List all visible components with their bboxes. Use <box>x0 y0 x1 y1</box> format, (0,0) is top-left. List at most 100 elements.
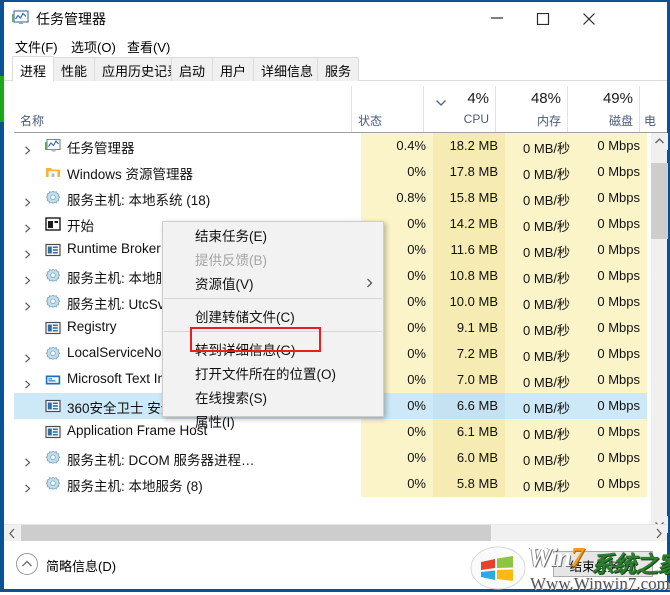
column-header-status[interactable]: 状态 <box>351 86 423 132</box>
gear-icon <box>45 450 61 466</box>
context-menu-item-label: 资源值(V) <box>195 277 254 292</box>
row-name-cell[interactable]: 服务主机: 本地服务 (8) <box>14 471 358 497</box>
context-menu-item-label: 打开文件所在的位置(O) <box>195 367 336 382</box>
process-disk-value: 0 MB/秒 <box>505 367 577 393</box>
column-header-power-label: 电 <box>644 114 657 128</box>
process-disk-value: 0 MB/秒 <box>505 159 577 185</box>
column-header-cpu[interactable]: 4% CPU <box>423 86 495 132</box>
close-button[interactable] <box>567 2 613 33</box>
column-header-status-label: 状态 <box>358 114 383 128</box>
chevron-right-icon[interactable] <box>24 220 32 233</box>
context-menu-item-provide-feedback: 提供反馈(B) <box>163 246 383 270</box>
column-header-disk[interactable]: 49% 磁盘 <box>567 86 639 132</box>
context-menu-item-go-to-details[interactable]: 转到详细信息(G) <box>163 336 383 360</box>
table-row[interactable]: 服务主机: 本地服务 (8) 0% 5.8 MB 0 MB/秒 0 Mbps <box>14 471 667 497</box>
menu-file[interactable]: 文件(F) <box>12 36 61 55</box>
process-disk-value: 0 MB/秒 <box>505 419 577 445</box>
context-menu-item-open-file-location[interactable]: 打开文件所在的位置(O) <box>163 360 383 384</box>
horizontal-scrollbar[interactable] <box>4 524 667 542</box>
menu-options[interactable]: 选项(O) <box>68 36 119 55</box>
process-name: 任务管理器 <box>67 141 135 156</box>
context-menu-separator <box>164 331 382 332</box>
process-disk-value: 0 MB/秒 <box>505 237 577 263</box>
table-row[interactable]: 服务主机: 本地系统 (18) 0.8% 15.8 MB 0 MB/秒 0 Mbps <box>14 185 667 211</box>
tab-users[interactable]: 用户 <box>212 57 255 81</box>
column-header-name-label: 名称 <box>20 114 45 128</box>
menu-view[interactable]: 查看(V) <box>124 36 173 55</box>
chevron-right-icon <box>366 276 373 288</box>
column-header-name[interactable]: 名称 <box>14 86 351 132</box>
table-row[interactable]: Windows 资源管理器 0% 17.8 MB 0 MB/秒 0 Mbps <box>14 159 667 185</box>
table-row[interactable]: 任务管理器 0.4% 18.2 MB 0 MB/秒 0 Mbps <box>14 133 667 159</box>
tab-strip: 进程 性能 应用历史记录 启动 用户 详细信息 服务 <box>4 56 667 82</box>
tab-services[interactable]: 服务 <box>317 57 360 81</box>
process-name: 开始 <box>67 219 94 234</box>
chevron-right-icon[interactable] <box>24 194 32 207</box>
process-context-menu[interactable]: 结束任务(E) 提供反馈(B) 资源值(V) 创建转储文件(C) 转到详细信息(… <box>162 221 384 430</box>
column-header-disk-label: 磁盘 <box>608 114 633 128</box>
process-name: 服务主机: 本地系统 (18) <box>67 193 211 208</box>
chevron-right-icon[interactable] <box>24 376 32 389</box>
process-name: Runtime Broker <box>67 241 161 256</box>
tab-startup[interactable]: 启动 <box>171 57 214 81</box>
chevron-right-icon[interactable] <box>24 272 32 285</box>
maximize-button[interactable] <box>521 2 567 33</box>
process-disk-value: 0 MB/秒 <box>505 471 577 497</box>
chevron-right-icon[interactable] <box>24 350 32 363</box>
context-menu-item-resource-values[interactable]: 资源值(V) <box>163 270 383 294</box>
process-network-value: 0 Mbps <box>577 445 647 471</box>
row-name-cell[interactable]: 服务主机: DCOM 服务器进程… <box>14 445 358 471</box>
process-cpu-value: 0% <box>361 445 433 471</box>
process-network-value: 0 Mbps <box>577 263 647 289</box>
chevron-right-icon[interactable] <box>24 454 32 467</box>
scroll-up-button[interactable] <box>651 133 668 150</box>
column-header-memory-label: 内存 <box>536 114 561 128</box>
end-task-button[interactable]: 结束任务(E) <box>553 551 653 577</box>
column-header-power[interactable]: 电 <box>639 86 667 132</box>
minimize-button[interactable] <box>475 2 521 33</box>
row-name-cell[interactable]: 任务管理器 <box>14 133 358 159</box>
process-disk-value: 0 MB/秒 <box>505 211 577 237</box>
chevron-up-circle-icon <box>16 553 38 575</box>
scroll-right-button[interactable] <box>650 525 667 542</box>
context-menu-item-create-dump-file[interactable]: 创建转储文件(C) <box>163 303 383 327</box>
chevron-down-icon <box>435 95 447 106</box>
chevron-right-icon[interactable] <box>24 246 32 259</box>
scrollbar-thumb-vertical[interactable] <box>651 163 668 239</box>
process-memory-value: 6.6 MB <box>433 393 505 419</box>
scrollbar-thumb-horizontal[interactable] <box>21 525 491 542</box>
row-name-cell[interactable]: 服务主机: 本地系统 (18) <box>14 185 358 211</box>
tab-details[interactable]: 详细信息 <box>253 57 322 81</box>
chevron-right-icon[interactable] <box>24 480 32 493</box>
scroll-left-button[interactable] <box>4 525 21 542</box>
context-menu-item-properties[interactable]: 属性(I) <box>163 408 383 432</box>
chevron-right-icon[interactable] <box>24 142 32 155</box>
tab-processes[interactable]: 进程 <box>12 56 55 82</box>
process-network-value: 0 Mbps <box>577 133 647 159</box>
process-memory-value: 14.2 MB <box>433 211 505 237</box>
process-memory-value: 10.0 MB <box>433 289 505 315</box>
column-header-memory[interactable]: 48% 内存 <box>495 86 567 132</box>
table-row[interactable]: 服务主机: DCOM 服务器进程… 0% 6.0 MB 0 MB/秒 0 Mbps <box>14 445 667 471</box>
vertical-scrollbar[interactable] <box>650 133 668 533</box>
process-network-value: 0 Mbps <box>577 341 647 367</box>
process-network-value: 0 Mbps <box>577 419 647 445</box>
ime-icon <box>45 372 61 388</box>
page-title: 任务管理器 <box>36 11 106 27</box>
context-menu-item-end-task[interactable]: 结束任务(E) <box>163 222 383 246</box>
app-icon <box>45 320 61 336</box>
chevron-right-icon[interactable] <box>24 298 32 311</box>
process-disk-value: 0 MB/秒 <box>505 289 577 315</box>
disk-total-percent: 49% <box>602 90 633 107</box>
process-network-value: 0 Mbps <box>577 471 647 497</box>
process-network-value: 0 Mbps <box>577 185 647 211</box>
task-manager-icon <box>45 138 61 154</box>
tab-performance[interactable]: 性能 <box>53 57 96 81</box>
process-name: 服务主机: DCOM 服务器进程… <box>67 453 255 468</box>
row-name-cell[interactable]: Windows 资源管理器 <box>14 159 358 185</box>
process-network-value: 0 Mbps <box>577 237 647 263</box>
process-network-value: 0 Mbps <box>577 393 647 419</box>
chevron-left-icon <box>9 528 15 539</box>
process-disk-value: 0 MB/秒 <box>505 185 577 211</box>
context-menu-item-search-online[interactable]: 在线搜索(S) <box>163 384 383 408</box>
